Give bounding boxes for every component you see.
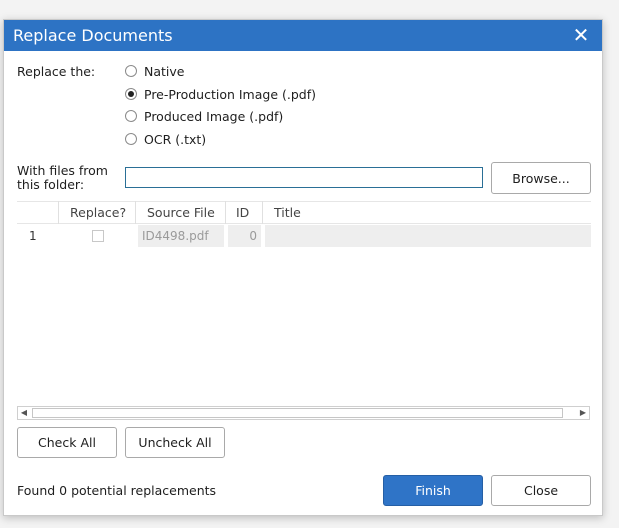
browse-button[interactable]: Browse...: [491, 162, 591, 194]
radio-label-ocr: OCR (.txt): [144, 131, 207, 147]
column-header-source-file[interactable]: Source File: [136, 201, 226, 224]
radio-label-produced: Produced Image (.pdf): [144, 108, 284, 124]
radio-checked-icon[interactable]: [125, 88, 137, 100]
check-all-button[interactable]: Check All: [17, 427, 117, 458]
close-icon[interactable]: ✕: [570, 22, 592, 48]
radio-produced-image[interactable]: Produced Image (.pdf): [125, 108, 283, 124]
documents-grid: Replace? Source File ID Title 1 ID4498.p…: [17, 201, 591, 408]
horizontal-scrollbar[interactable]: ◀ ▶: [17, 406, 590, 420]
replace-the-label: Replace the:: [17, 64, 96, 79]
column-header-id[interactable]: ID: [226, 201, 263, 224]
radio-label-native: Native: [144, 63, 185, 79]
radio-native[interactable]: Native: [125, 63, 184, 79]
replace-documents-dialog: Replace Documents ✕ Replace the: Native …: [3, 19, 603, 516]
radio-ocr[interactable]: OCR (.txt): [125, 131, 206, 147]
folder-path-input[interactable]: [125, 167, 483, 188]
uncheck-all-button[interactable]: Uncheck All: [125, 427, 225, 458]
title-bar: Replace Documents ✕: [4, 20, 602, 51]
folder-label-line1: With files from: [17, 163, 108, 178]
radio-icon[interactable]: [125, 133, 137, 145]
radio-icon[interactable]: [125, 65, 137, 77]
id-cell: 0: [228, 225, 261, 247]
column-header-row-number: [17, 201, 59, 224]
source-file-cell: ID4498.pdf: [138, 225, 224, 247]
column-header-title[interactable]: Title: [263, 201, 591, 224]
finish-button[interactable]: Finish: [383, 475, 483, 506]
title-cell: [265, 225, 591, 247]
scroll-thumb[interactable]: [32, 408, 563, 418]
radio-icon[interactable]: [125, 110, 137, 122]
table-row[interactable]: 1 ID4498.pdf 0: [17, 225, 591, 247]
row-number: 1: [29, 229, 37, 243]
radio-label-pre-production: Pre-Production Image (.pdf): [144, 86, 316, 102]
column-header-replace[interactable]: Replace?: [59, 201, 136, 224]
close-button[interactable]: Close: [491, 475, 591, 506]
replace-checkbox[interactable]: [92, 230, 104, 242]
scroll-right-icon[interactable]: ▶: [577, 407, 589, 419]
folder-label-line2: this folder:: [17, 177, 85, 192]
radio-pre-production-image[interactable]: Pre-Production Image (.pdf): [125, 86, 316, 102]
status-text: Found 0 potential replacements: [17, 483, 217, 498]
dialog-title: Replace Documents: [13, 26, 173, 45]
scroll-left-icon[interactable]: ◀: [18, 407, 30, 419]
